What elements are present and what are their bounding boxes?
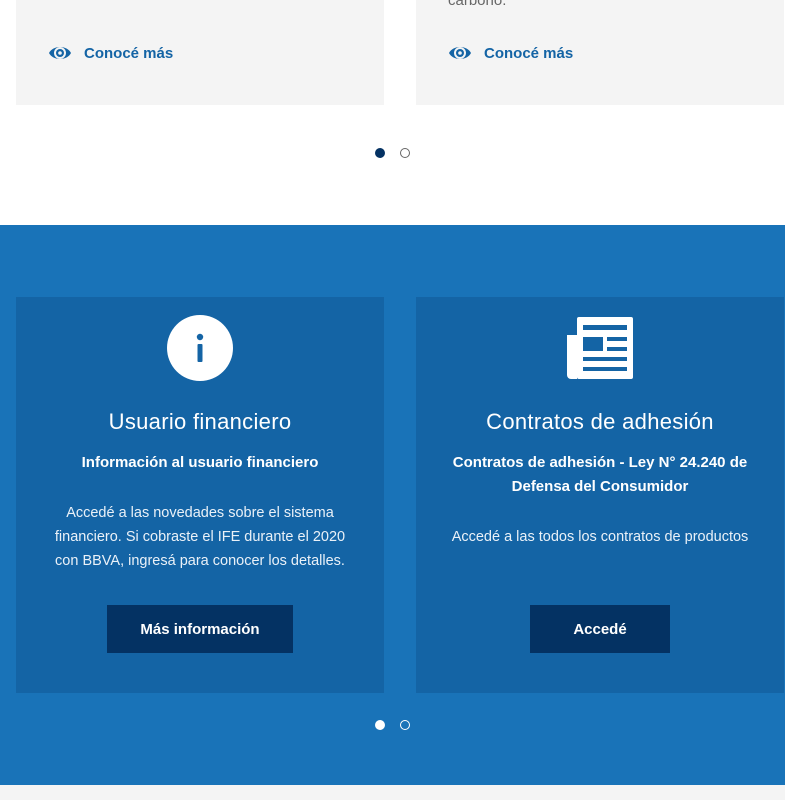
promo-card: carbono. Conocé más: [416, 0, 784, 105]
carousel-dot-1[interactable]: [375, 720, 385, 730]
carousel-pagination: [0, 148, 785, 160]
card-subtitle: Contratos de adhesión - Ley N° 24.240 de…: [452, 454, 748, 495]
access-button[interactable]: Accedé: [530, 605, 670, 653]
more-info-button[interactable]: Más información: [107, 605, 293, 653]
know-more-label: Conocé más: [84, 44, 174, 62]
eye-icon: [449, 47, 471, 59]
newspaper-icon: [567, 317, 633, 379]
card-description: Accedé a las todos los contratos de prod…: [451, 529, 749, 545]
know-more-link[interactable]: Conocé más: [448, 41, 573, 65]
carousel-pagination: [0, 720, 785, 732]
carousel-dot-1[interactable]: [375, 148, 385, 158]
card-title: Usuario financiero: [108, 409, 292, 434]
adhesion-contracts-card: Contratos de adhesión Contratos de adhes…: [416, 297, 784, 693]
footer-strip: [0, 785, 785, 800]
info-section: Usuario financiero Información al usuari…: [0, 225, 785, 785]
carousel-dot-2[interactable]: [400, 148, 410, 158]
card-description-text: carbono.: [448, 0, 507, 9]
info-icon: [167, 315, 233, 381]
promo-section: Conocé más carbono. Conocé más: [0, 0, 785, 225]
financial-user-card: Usuario financiero Información al usuari…: [16, 297, 384, 693]
card-title: Contratos de adhesión: [486, 409, 714, 434]
know-more-link[interactable]: Conocé más: [48, 41, 173, 65]
carousel-dot-2[interactable]: [400, 720, 410, 730]
eye-icon: [49, 47, 71, 59]
promo-card: Conocé más: [16, 0, 384, 105]
know-more-label: Conocé más: [484, 44, 574, 62]
card-subtitle: Información al usuario financiero: [81, 454, 319, 471]
card-description: Accedé a las novedades sobre el sistema …: [54, 505, 346, 569]
